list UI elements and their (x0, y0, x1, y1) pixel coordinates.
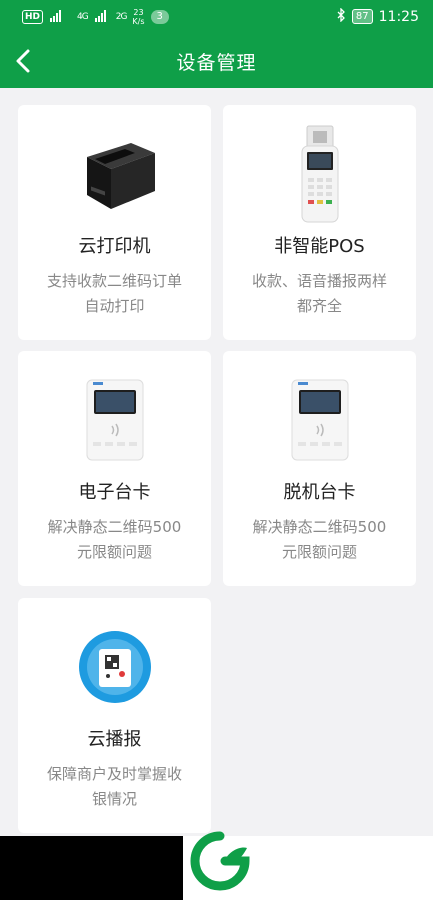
device-card-printer[interactable]: 云打印机 支持收款二维码订单自动打印 (18, 105, 211, 340)
pos-terminal-icon (223, 119, 416, 229)
clock: 11:25 (378, 8, 419, 25)
device-card-cloud-speaker[interactable]: 云播报 保障商户及时掌握收银情况 (18, 598, 211, 833)
signal-icon (49, 9, 71, 26)
nav-bar: 设备管理 (0, 34, 433, 88)
device-name: 脱机台卡 (283, 482, 356, 503)
device-card-offline-card[interactable]: 脱机台卡 解决静态二维码500元限额问题 (223, 351, 416, 586)
device-description: 保障商户及时掌握收银情况 (46, 765, 182, 808)
device-description: 支持收款二维码订单自动打印 (46, 272, 182, 315)
device-description: 解决静态二维码500元限额问题 (47, 518, 182, 561)
device-card-e-card[interactable]: 电子台卡 解决静态二维码500元限额问题 (18, 351, 211, 586)
notification-badge: 3 (150, 10, 169, 24)
cloud-speaker-icon (18, 612, 211, 722)
network-speed-unit: K/s (132, 17, 145, 26)
e-card-device-icon (18, 365, 211, 475)
brand-logo-icon (189, 830, 251, 892)
battery-level: 87 (351, 9, 373, 24)
offline-card-device-icon (223, 365, 416, 475)
status-bar: HD 4G 2G 23 K/s 3 87 11:25 (0, 0, 433, 34)
bottom-dark-area (0, 836, 183, 900)
device-card-pos[interactable]: 非智能POS 收款、语音播报两样都齐全 (223, 105, 416, 340)
net-type-2: 2G (115, 12, 128, 22)
device-name: 非智能POS (274, 236, 365, 257)
device-description: 收款、语音播报两样都齐全 (251, 272, 387, 315)
net-type-1: 4G (77, 12, 89, 22)
device-name: 云打印机 (78, 236, 151, 257)
signal-icon (94, 9, 110, 26)
device-description: 解决静态二维码500元限额问题 (252, 518, 387, 561)
hd-indicator: HD (22, 10, 44, 24)
page-title: 设备管理 (176, 52, 257, 74)
device-name: 电子台卡 (78, 482, 151, 503)
device-name: 云播报 (87, 729, 142, 750)
network-speed: 23 K/s (132, 8, 144, 26)
bluetooth-icon (336, 7, 346, 25)
printer-icon (18, 119, 211, 229)
network-speed-value: 23 (133, 8, 144, 17)
